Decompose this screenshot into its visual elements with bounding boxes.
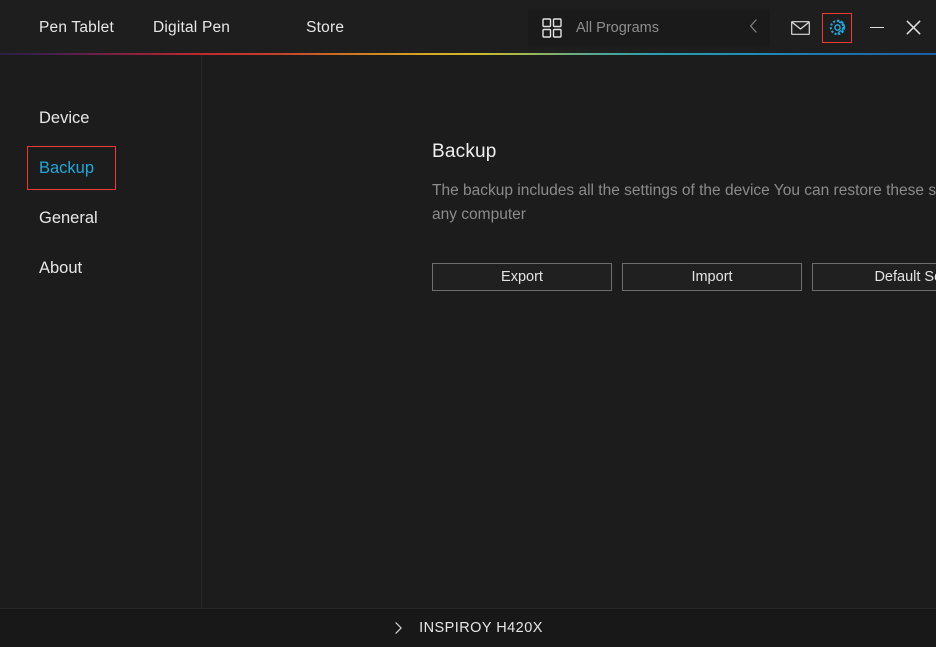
page-description: The backup includes all the settings of … (432, 182, 936, 223)
sidebar: Device Backup General About (0, 55, 202, 608)
page-title: Backup (432, 141, 497, 162)
mail-icon (790, 20, 810, 35)
close-icon (906, 20, 921, 35)
device-name-label: INSPIROY H420X (419, 620, 543, 636)
device-selector[interactable]: INSPIROY H420X (393, 620, 543, 636)
content-area: Device Backup General About Backup The b… (0, 55, 936, 608)
device-status-bar: INSPIROY H420X (0, 608, 936, 647)
title-bar: Pen Tablet Digital Pen Store All Program… (0, 0, 936, 55)
sidebar-item-backup[interactable]: Backup (0, 143, 201, 193)
sidebar-item-device[interactable]: Device (0, 93, 201, 143)
sidebar-item-about[interactable]: About (0, 243, 201, 293)
nav-item-digital-pen[interactable]: Digital Pen (153, 19, 230, 37)
nav-item-label: Store (306, 18, 345, 36)
grid-icon (542, 17, 562, 38)
sidebar-item-label: About (39, 258, 83, 277)
minimize-button[interactable] (864, 15, 890, 41)
top-nav: Pen Tablet Digital Pen Store (0, 0, 344, 55)
all-programs-label: All Programs (576, 19, 659, 36)
backup-panel: Backup The backup includes all the setti… (202, 55, 936, 608)
nav-item-pen-tablet[interactable]: Pen Tablet (39, 19, 114, 37)
all-programs-dropdown[interactable]: All Programs (528, 8, 770, 47)
title-bar-controls: All Programs (528, 0, 936, 55)
mail-button[interactable] (786, 14, 814, 42)
nav-item-store[interactable]: Store (306, 19, 344, 37)
sidebar-item-label: Device (39, 108, 90, 127)
sidebar-item-label: Backup (39, 158, 95, 177)
default-setting-button[interactable]: Default Setting (812, 263, 936, 291)
export-button[interactable]: Export (432, 263, 612, 291)
gear-icon (828, 18, 847, 37)
nav-item-label: Pen Tablet (39, 18, 114, 36)
settings-button[interactable] (822, 12, 852, 43)
app-window: Pen Tablet Digital Pen Store All Program… (0, 0, 936, 647)
import-button[interactable]: Import (622, 263, 802, 291)
chevron-right-icon (393, 622, 419, 634)
minimize-icon (870, 26, 884, 29)
chevron-left-icon[interactable] (749, 19, 758, 36)
close-button[interactable] (900, 15, 926, 41)
backup-actions: Export Import Default Setting (432, 263, 936, 291)
sidebar-item-general[interactable]: General (0, 193, 201, 243)
sidebar-item-label: General (39, 208, 98, 227)
nav-item-label: Digital Pen (152, 18, 231, 36)
